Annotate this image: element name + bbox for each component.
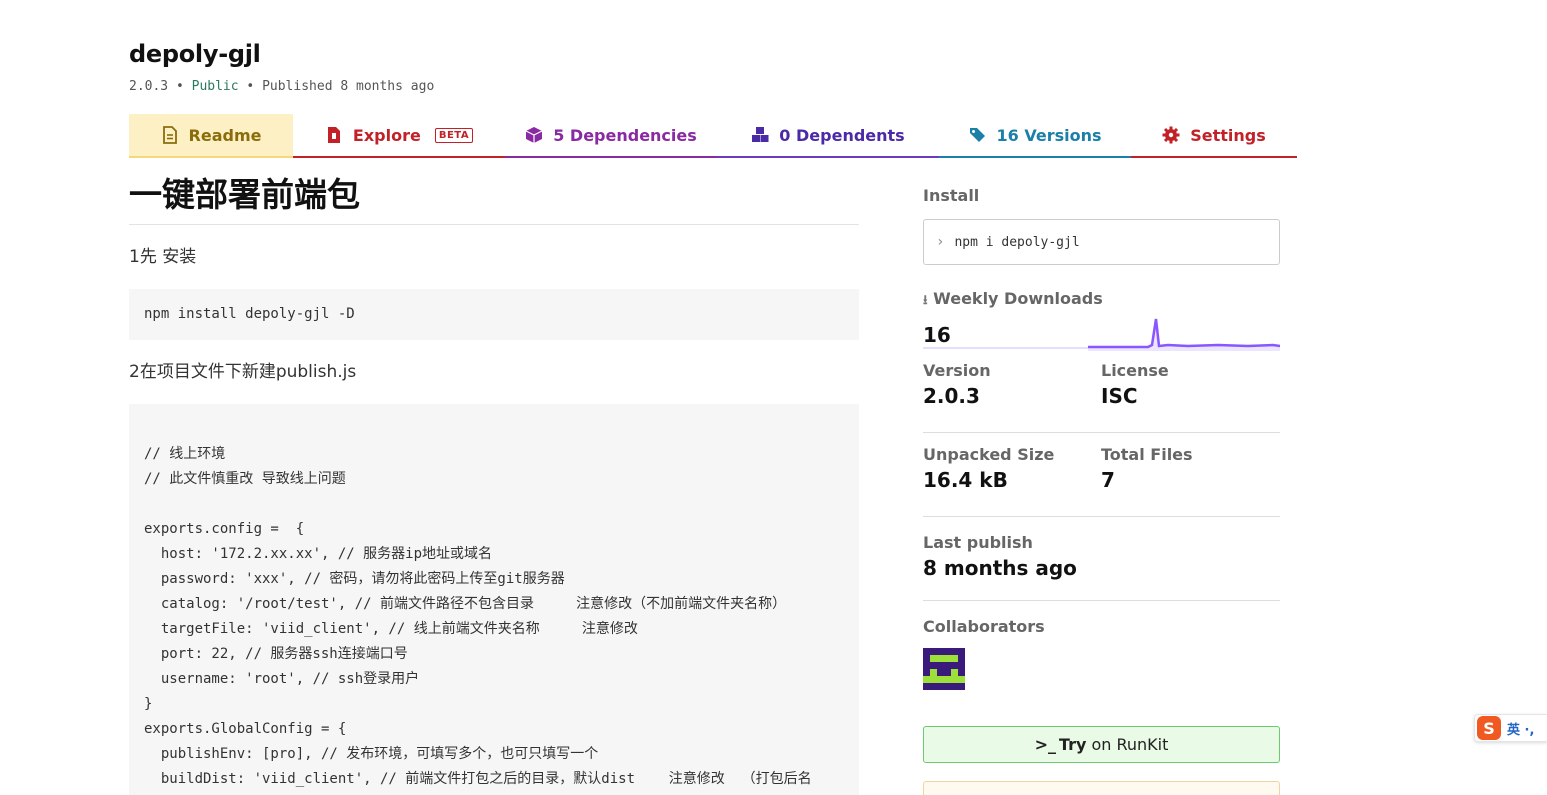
last-publish: Last publish 8 months ago	[923, 517, 1280, 601]
install-code-block: npm install depoly-gjl -D	[129, 289, 859, 340]
readme-step-1: 1先 安装	[129, 247, 197, 267]
tab-readme[interactable]: Readme	[129, 114, 293, 158]
download-icon: ⭳	[923, 293, 928, 308]
downloads-sparkline	[1088, 318, 1280, 351]
package-visibility: Public	[191, 79, 239, 94]
npm-package-page: depoly-gjl 2.0.3 • Public • Published 8 …	[0, 0, 1547, 795]
ime-toolbar[interactable]: S 英 ·,	[1474, 714, 1547, 742]
readme-content: 一键部署前端包 1先 安装 npm install depoly-gjl -D …	[129, 170, 859, 795]
tab-dependents[interactable]: 0 Dependents	[717, 114, 939, 158]
last-publish-label: Last publish	[923, 533, 1033, 552]
meta-separator: •	[168, 79, 192, 94]
weekly-downloads: ⭳ Weekly Downloads 16	[923, 289, 1280, 351]
collaborator-avatar[interactable]	[923, 648, 965, 690]
tab-settings-label: Settings	[1190, 125, 1266, 145]
config-code-block: // 线上环境 // 此文件慎重改 导致线上问题 exports.config …	[129, 404, 859, 795]
terminal-icon: >_	[1034, 735, 1056, 754]
tab-readme-label: Readme	[188, 125, 262, 145]
license-label: License	[1101, 361, 1169, 380]
box-icon	[525, 127, 543, 143]
file-icon	[162, 126, 177, 144]
beta-badge: BETA	[434, 127, 474, 143]
version-label: Version	[923, 361, 991, 380]
tab-dependencies-label: 5 Dependencies	[553, 125, 697, 145]
try-on-runkit-button[interactable]: >_ Try on RunKit	[923, 726, 1280, 763]
unpacked-size-label: Unpacked Size	[923, 445, 1055, 464]
total-files-label: Total Files	[1101, 445, 1193, 464]
tab-settings[interactable]: Settings	[1131, 114, 1297, 158]
tab-dependencies[interactable]: 5 Dependencies	[505, 114, 717, 158]
cubes-icon	[752, 127, 769, 142]
package-version: 2.0.3	[129, 79, 169, 94]
file-code-icon	[327, 127, 340, 143]
ime-mode-label: 英 ·,	[1507, 722, 1535, 738]
last-publish-value: 8 months ago	[923, 556, 1077, 580]
tab-explore[interactable]: Explore BETA	[293, 114, 505, 158]
package-meta: 2.0.3 • Public • Published 8 months ago	[129, 79, 434, 94]
install-label: Install	[923, 186, 980, 205]
runkit-try-label: Try	[1059, 735, 1087, 754]
install-command-box[interactable]: › npm i depoly-gjl	[923, 219, 1280, 265]
runkit-rest-label: on RunKit	[1091, 735, 1169, 754]
collaborators-label: Collaborators	[923, 617, 1045, 636]
install-command: npm i depoly-gjl	[954, 234, 1080, 250]
readme-title: 一键部署前端包	[129, 170, 859, 225]
tab-versions-label: 16 Versions	[996, 125, 1102, 145]
chevron-right-icon: ›	[936, 234, 945, 250]
report-box	[923, 781, 1280, 795]
unpacked-size-value: 16.4 kB	[923, 468, 1008, 492]
package-sidebar: Install › npm i depoly-gjl ⭳ Weekly Down…	[923, 186, 1280, 795]
total-files-value: 7	[1101, 468, 1115, 492]
tab-explore-label: Explore	[352, 125, 421, 145]
collaborators: Collaborators	[923, 601, 1280, 690]
license-value: ISC	[1101, 384, 1138, 408]
package-name: depoly-gjl	[129, 40, 261, 68]
weekly-downloads-value: 16	[923, 323, 951, 347]
gear-icon	[1162, 126, 1180, 144]
package-tabs: Readme Explore BETA 5 Dependencies 0 Dep…	[129, 114, 1297, 158]
readme-step-2: 2在项目文件下新建publish.js	[129, 362, 357, 382]
sparkline-line	[1088, 318, 1280, 349]
size-files-row: Unpacked Size 16.4 kB Total Files 7	[923, 433, 1280, 517]
meta-separator: •	[238, 79, 263, 94]
tab-versions[interactable]: 16 Versions	[939, 114, 1131, 158]
tags-icon	[969, 128, 985, 142]
sogou-logo-icon: S	[1477, 716, 1501, 740]
version-value: 2.0.3	[923, 384, 980, 408]
tab-dependents-label: 0 Dependents	[779, 125, 905, 145]
package-published: Published 8 months ago	[262, 79, 435, 94]
version-license-row: Version 2.0.3 License ISC	[923, 349, 1280, 433]
